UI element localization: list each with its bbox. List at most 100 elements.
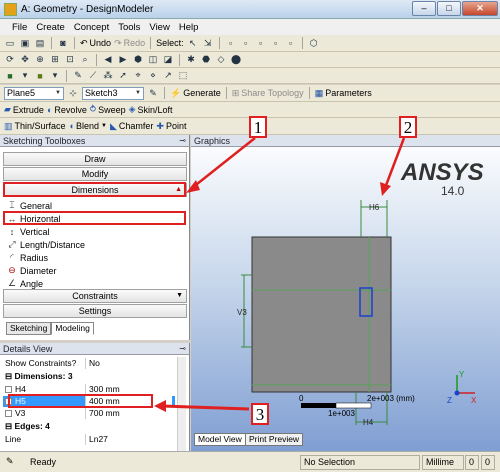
- menu-tools[interactable]: Tools: [118, 22, 140, 33]
- extend-icon[interactable]: ▫: [285, 37, 297, 49]
- screenshot-icon[interactable]: ◙: [57, 37, 69, 49]
- menu-concept[interactable]: Concept: [74, 22, 109, 33]
- frame-tool-icon[interactable]: ⬚: [177, 70, 189, 82]
- edges-group[interactable]: ⊟ Edges: 4: [3, 421, 175, 432]
- new-plane-icon[interactable]: ⊹: [67, 87, 79, 99]
- body-color-icon[interactable]: ■: [34, 70, 46, 82]
- normal-tool-icon[interactable]: ↗: [162, 70, 174, 82]
- display-dropdown-icon[interactable]: ▾: [19, 70, 31, 82]
- sketch-select[interactable]: Sketch3 ▼: [82, 86, 144, 100]
- menu-view[interactable]: View: [149, 22, 169, 33]
- redo-button[interactable]: ↷ Redo: [114, 38, 145, 49]
- minimize-button[interactable]: –: [412, 1, 436, 16]
- menu-help[interactable]: Help: [179, 22, 199, 33]
- tab-modeling[interactable]: Modeling: [51, 322, 94, 335]
- pin-icon[interactable]: ⊸: [179, 135, 186, 147]
- point-button[interactable]: ✚ Point: [156, 121, 186, 132]
- display-model-icon[interactable]: ◪: [162, 54, 174, 66]
- parameters-button[interactable]: ▦ Parameters: [315, 88, 372, 99]
- tool-vertical[interactable]: ↕ Vertical: [3, 225, 187, 238]
- undo-button[interactable]: ↶ Undo: [80, 38, 111, 49]
- plane-select[interactable]: Plane5 ▼: [4, 86, 64, 100]
- next-view-icon[interactable]: ▶: [117, 54, 129, 66]
- graphics-viewport[interactable]: Graphics ANSYS 14.0 H6 V3 H4 0 2e+003 (m…: [191, 135, 500, 451]
- tool-length-distance[interactable]: ⤢ Length/Distance: [3, 238, 187, 251]
- draw-section[interactable]: Draw: [3, 152, 187, 166]
- tool-angle[interactable]: ∠ Angle: [3, 277, 187, 289]
- show-constraints-row[interactable]: Show Constraints? No: [3, 358, 175, 369]
- callout-3: 3: [251, 403, 269, 425]
- edge-tool-icon[interactable]: ⟋: [87, 70, 99, 82]
- menu-file[interactable]: File: [12, 22, 27, 33]
- sweep-button[interactable]: ⥁ Sweep: [90, 104, 126, 115]
- maximize-button[interactable]: □: [437, 1, 461, 16]
- arrow-tool-icon[interactable]: ➚: [117, 70, 129, 82]
- select-mode-icon[interactable]: ↖: [187, 37, 199, 49]
- edge-filter-icon[interactable]: ▫: [240, 37, 252, 49]
- zoom-box-icon[interactable]: ⊞: [49, 54, 61, 66]
- look-at-icon[interactable]: ✱: [185, 54, 197, 66]
- new-sketch-icon[interactable]: ✎: [147, 87, 159, 99]
- tab-sketching[interactable]: Sketching: [6, 322, 52, 335]
- body-filter-icon[interactable]: ▫: [270, 37, 282, 49]
- scroll-down-icon[interactable]: ▼: [176, 290, 183, 302]
- modify-section[interactable]: Modify: [3, 167, 187, 181]
- rotate-icon[interactable]: ⟳: [4, 54, 16, 66]
- tool-diameter[interactable]: ⊖ Diameter: [3, 264, 187, 277]
- edge-color-icon[interactable]: ⬤: [230, 54, 242, 66]
- wireframe-icon[interactable]: ◇: [215, 54, 227, 66]
- export-icon[interactable]: ▤: [34, 37, 46, 49]
- axis-y-label: Y: [459, 370, 465, 379]
- skin-loft-button[interactable]: ◈ Skin/Loft: [129, 104, 173, 115]
- details-scrollbar[interactable]: [177, 357, 186, 451]
- extrude-button[interactable]: ▰ Extrude: [4, 104, 44, 115]
- thin-surface-button[interactable]: ▥ Thin/Surface: [4, 121, 66, 132]
- tab-print-preview[interactable]: Print Preview: [245, 433, 304, 446]
- select-filter-icon[interactable]: ⇲: [202, 37, 214, 49]
- checkbox[interactable]: [5, 386, 12, 394]
- status-unit[interactable]: Millime: [422, 455, 464, 470]
- edge-row-line[interactable]: Line Ln27: [3, 434, 175, 445]
- point-filter-icon[interactable]: ▫: [225, 37, 237, 49]
- tool-radius[interactable]: ◜ Radius: [3, 251, 187, 264]
- iso-view-icon[interactable]: ⬢: [132, 54, 144, 66]
- save-icon[interactable]: ▣: [19, 37, 31, 49]
- select-new-icon[interactable]: ⬡: [308, 37, 320, 49]
- revolve-button[interactable]: ◐ Revolve: [47, 105, 87, 115]
- pan-icon[interactable]: ✥: [19, 54, 31, 66]
- settings-section[interactable]: Settings: [3, 304, 187, 318]
- blend-button[interactable]: ◖ Blend ▼: [69, 121, 107, 131]
- edge-join-icon[interactable]: ✎: [72, 70, 84, 82]
- display-plane-icon[interactable]: ◫: [147, 54, 159, 66]
- dimensions-group[interactable]: ⊟ Dimensions: 3: [3, 371, 175, 382]
- version-label: 14.0: [441, 184, 465, 198]
- share-topology-button[interactable]: ⊞ Share Topology: [232, 88, 304, 99]
- zoom-icon[interactable]: ⊕: [34, 54, 46, 66]
- dim-h6-label[interactable]: H6: [369, 203, 380, 212]
- magnifier-icon[interactable]: ⌕: [79, 54, 91, 66]
- constraints-section[interactable]: Constraints ▼: [3, 289, 187, 303]
- zoom-fit-icon[interactable]: ⊡: [64, 54, 76, 66]
- previous-view-icon[interactable]: ◀: [102, 54, 114, 66]
- model-rectangle[interactable]: [251, 236, 392, 393]
- details-pin-icon[interactable]: ⊸: [179, 343, 186, 355]
- point-tool-icon[interactable]: ⁂: [102, 70, 114, 82]
- dim-h4-label[interactable]: H4: [363, 418, 374, 427]
- checkbox[interactable]: [5, 410, 12, 418]
- tab-model-view[interactable]: Model View: [194, 433, 246, 446]
- menu-create[interactable]: Create: [36, 22, 65, 33]
- new-file-icon[interactable]: ▭: [4, 37, 16, 49]
- display-color-icon[interactable]: ■: [4, 70, 16, 82]
- generate-button[interactable]: ⚡ Generate: [170, 88, 221, 99]
- close-button[interactable]: ✕: [462, 1, 498, 16]
- sweep-icon: ⥁: [89, 104, 97, 114]
- face-filter-icon[interactable]: ▫: [255, 37, 267, 49]
- body-color-dropdown-icon[interactable]: ▾: [49, 70, 61, 82]
- dimension-row-v3[interactable]: V3 700 mm: [3, 408, 175, 419]
- length-dim-icon: ⤢: [8, 239, 16, 249]
- dim-v3-label[interactable]: V3: [237, 308, 247, 317]
- vertex-tool-icon[interactable]: ⋄: [147, 70, 159, 82]
- chamfer-button[interactable]: ◣ Chamfer: [110, 121, 153, 132]
- marker-tool-icon[interactable]: ⌖: [132, 70, 144, 82]
- shaded-icon[interactable]: ⬣: [200, 54, 212, 66]
